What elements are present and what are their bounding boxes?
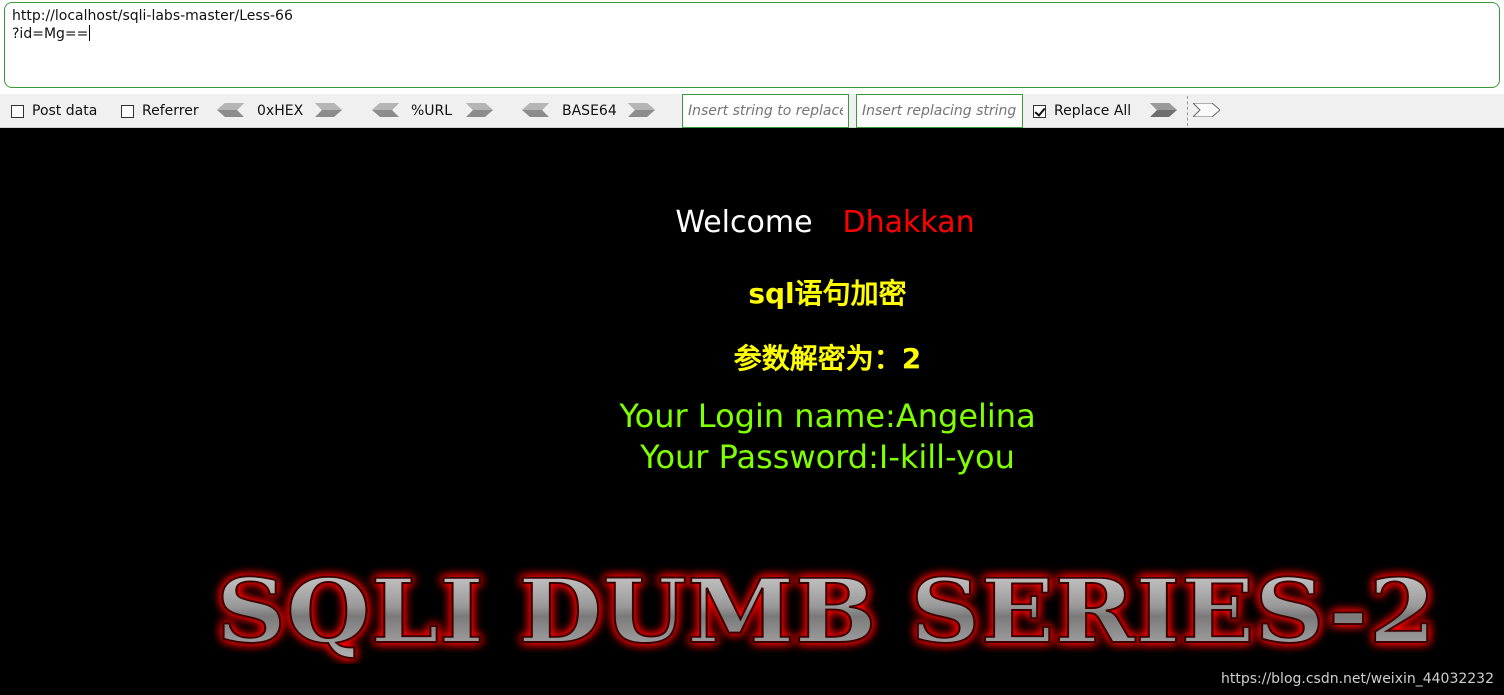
hackbar-toolbar: Post data Referrer 0xHEX %URL BASE64 Rep… [0, 94, 1504, 128]
base64-encode-arrow-icon[interactable] [628, 103, 655, 117]
url-textarea[interactable]: http://localhost/sqli-labs-master/Less-6… [4, 2, 1500, 88]
execute-arrow-icon[interactable] [1193, 103, 1220, 117]
toolbar-separator [1187, 96, 1188, 126]
banner-text: SQLI DUMB SERIES-2 [216, 564, 1436, 663]
replace-all-label: Replace All [1054, 103, 1132, 119]
sqli-dumb-series-logo: SQLI DUMB SERIES-2 [215, 564, 1437, 664]
post-data-checkbox[interactable] [11, 104, 24, 118]
password-text: Your Password:I-kill-you [640, 438, 1015, 476]
post-data-label: Post data [32, 103, 98, 119]
param-decoded-text: 参数解密为：2 [733, 342, 922, 375]
referrer-toggle[interactable]: Referrer [121, 94, 199, 128]
username-text: Dhakkan [842, 205, 975, 240]
welcome-line: Welcome Dhakkan [0, 205, 1504, 240]
url-label: %URL [411, 103, 453, 119]
base64-label: BASE64 [562, 103, 617, 119]
find-string-input[interactable] [682, 94, 849, 128]
url-decode-arrow-icon[interactable] [372, 103, 399, 117]
url-line-1: http://localhost/sqli-labs-master/Less-6… [12, 8, 293, 24]
post-data-toggle[interactable]: Post data [11, 94, 97, 128]
page-content: Welcome Dhakkan sql语句加密 参数解密为：2 Your Logi… [0, 129, 1504, 695]
replace-string-input[interactable] [856, 94, 1023, 128]
url-line-2: ?id=Mg== [12, 25, 1492, 43]
url-encode-arrow-icon[interactable] [466, 103, 493, 117]
url-area: http://localhost/sqli-labs-master/Less-6… [0, 0, 1504, 94]
url-line-2-text: ?id=Mg== [12, 26, 89, 42]
watermark-text: https://blog.csdn.net/weixin_44032232 [1220, 671, 1494, 687]
hex-encode-arrow-icon[interactable] [315, 103, 342, 117]
hex-decode-arrow-icon[interactable] [217, 103, 244, 117]
welcome-text: Welcome [675, 205, 813, 240]
base64-decode-arrow-icon[interactable] [522, 103, 549, 117]
login-name-text: Your Login name:Angelina [619, 397, 1036, 435]
encrypt-heading: sql语句加密 [748, 277, 907, 310]
text-caret [89, 25, 91, 41]
replace-all-checkbox[interactable] [1033, 104, 1046, 118]
referrer-label: Referrer [142, 103, 199, 119]
replace-arrow-icon[interactable] [1150, 103, 1177, 117]
referrer-checkbox[interactable] [121, 104, 134, 118]
replace-all-toggle[interactable]: Replace All [1033, 94, 1131, 128]
hex-label: 0xHEX [257, 103, 304, 119]
